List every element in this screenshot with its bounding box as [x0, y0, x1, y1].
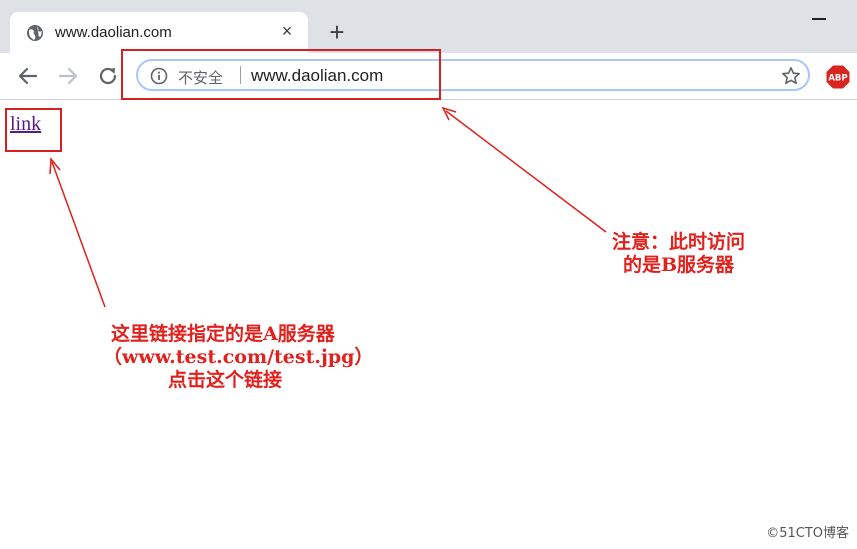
- note-a-line2: （www.test.com/test.jpg）: [103, 346, 374, 368]
- abp-label: ABP: [828, 74, 847, 84]
- tab-close-icon[interactable]: ×: [276, 20, 298, 42]
- url-highlight-box: [121, 49, 441, 100]
- title-bar: www.daolian.com × +: [0, 0, 857, 53]
- reload-icon[interactable]: [96, 64, 120, 88]
- browser-tab[interactable]: www.daolian.com ×: [10, 12, 308, 53]
- note-b-server: 注意：此时访问 的是B服务器: [612, 231, 745, 277]
- note-b-line1: 注意：此时访问: [612, 231, 746, 253]
- note-a-line1: 这里链接指定的是A服务器: [111, 323, 335, 345]
- note-a-line3: 点击这个链接: [168, 369, 283, 391]
- new-tab-button[interactable]: +: [322, 18, 352, 48]
- adblock-plus-icon[interactable]: ABP: [826, 65, 850, 89]
- back-arrow-icon[interactable]: [16, 64, 40, 88]
- globe-icon: [27, 25, 43, 41]
- forward-arrow-icon[interactable]: [56, 64, 80, 88]
- note-a-server: 这里链接指定的是A服务器 （www.test.com/test.jpg） 点击这…: [103, 323, 373, 392]
- tab-title: www.daolian.com: [55, 24, 172, 41]
- minimize-button[interactable]: [812, 18, 826, 20]
- star-icon[interactable]: [781, 66, 801, 86]
- note-b-line2: 的是B服务器: [622, 254, 735, 276]
- watermark: ©51CTO博客: [766, 526, 849, 541]
- link-highlight-box: [5, 108, 62, 152]
